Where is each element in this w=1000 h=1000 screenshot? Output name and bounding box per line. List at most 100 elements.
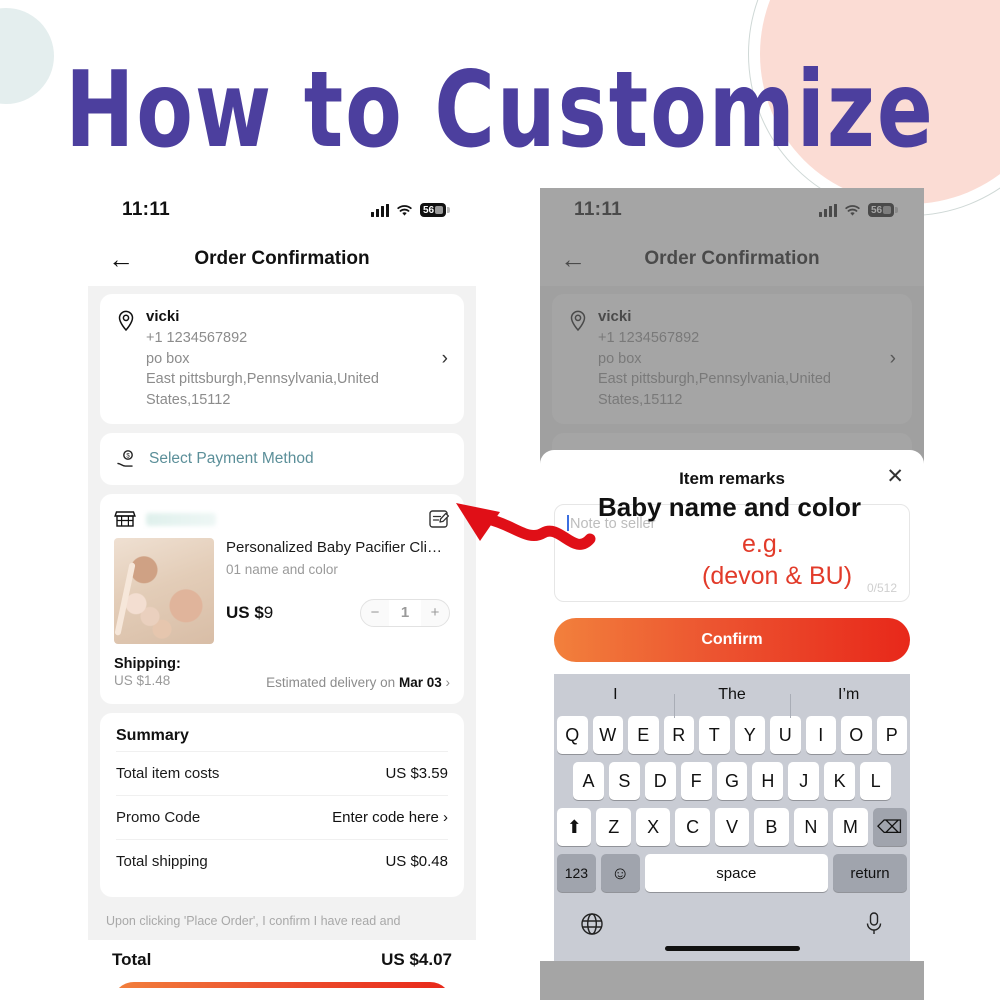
key-v[interactable]: V	[714, 808, 750, 846]
summary-row-promo-code[interactable]: Promo Code Enter code here ›	[116, 795, 448, 839]
summary-row-item-costs: Total item costs US $3.59	[116, 751, 448, 795]
total-label: Total	[112, 950, 152, 970]
delivery-text: Estimated delivery on	[266, 675, 396, 691]
key-h[interactable]: H	[752, 762, 784, 800]
keyboard-row-4: 123 ☺ space return	[557, 854, 908, 892]
promo-code-value[interactable]: Enter code here ›	[332, 809, 448, 826]
key-g[interactable]: G	[716, 762, 748, 800]
numbers-key[interactable]: 123	[557, 854, 596, 892]
address-card[interactable]: vicki +1 1234567892 po box East pittsbur…	[100, 294, 464, 425]
prediction-3[interactable]: I’m	[790, 686, 907, 718]
quantity-minus-button[interactable]: −	[361, 600, 389, 626]
key-u[interactable]: U	[770, 716, 801, 754]
keyboard-row-1: Q W E R T Y U I O P	[557, 716, 907, 754]
emoji-icon[interactable]: ☺	[600, 854, 640, 892]
summary-title: Summary	[116, 727, 189, 745]
payment-method-label: Select Payment Method	[149, 450, 314, 468]
globe-icon[interactable]	[579, 911, 605, 937]
payment-method-row[interactable]: $ Select Payment Method	[100, 433, 464, 486]
product-title: Personalized Baby Pacifier Clip Custo…	[226, 539, 450, 557]
status-bar-clock: 11:11	[122, 199, 170, 220]
key-c[interactable]: C	[675, 808, 710, 846]
shift-icon[interactable]: ⬆	[557, 808, 592, 846]
product-price-currency: US $	[226, 602, 264, 622]
key-p[interactable]: P	[876, 716, 907, 754]
nav-bar: ← Order Confirmation	[88, 232, 476, 286]
battery-icon: 56	[420, 203, 450, 217]
microphone-icon[interactable]	[863, 910, 885, 938]
delivery-date: Mar 03	[398, 675, 442, 691]
product-price: US $9	[226, 603, 273, 623]
product-variant: 01 name and color	[226, 561, 338, 577]
key-x[interactable]: X	[635, 808, 671, 846]
keyboard-bottom-bar	[557, 900, 907, 944]
order-disclaimer: Upon clicking 'Place Order', I confirm I…	[106, 914, 401, 929]
key-o[interactable]: O	[841, 716, 872, 754]
key-a[interactable]: A	[573, 762, 604, 800]
address-phone: +1 1234567892	[146, 330, 248, 346]
address-name: vicki	[146, 308, 180, 325]
sheet-title: Item remarks	[679, 469, 785, 488]
summary-value: US $0.48	[385, 853, 448, 871]
key-b[interactable]: B	[754, 808, 789, 846]
confirm-button[interactable]: Confirm	[554, 618, 910, 662]
store-icon[interactable]	[114, 509, 136, 529]
key-y[interactable]: Y	[734, 716, 765, 754]
summary-label: Total shipping	[116, 853, 208, 871]
key-q[interactable]: Q	[557, 716, 588, 754]
return-key[interactable]: return	[832, 854, 908, 892]
key-z[interactable]: Z	[596, 808, 631, 846]
keyboard-row-3: ⬆ Z X C V B N M ⌫	[557, 808, 907, 846]
product-price-amount: 9	[263, 602, 274, 622]
signal-bars-icon	[371, 203, 389, 217]
product-thumbnail[interactable]	[114, 538, 214, 645]
prediction-bar: I The I’m	[557, 674, 907, 718]
phone-screen-left: 11:11 56 ← Order Confirmation vicki +1 1…	[88, 188, 476, 988]
address-line2: East pittsburgh,Pennsylvania,United	[146, 371, 379, 388]
backspace-icon[interactable]: ⌫	[872, 808, 907, 846]
virtual-keyboard: I The I’m Q W E R T Y U I O P A S D F G …	[554, 674, 910, 961]
quantity-value: 1	[389, 599, 421, 626]
key-j[interactable]: J	[788, 762, 820, 800]
total-value: US $4.07	[381, 950, 452, 970]
key-s[interactable]: S	[608, 762, 640, 800]
keyboard-row-2: A S D F G H J K L	[557, 762, 907, 800]
summary-card: Summary Total item costs US $3.59 Promo …	[100, 713, 464, 898]
chevron-right-icon[interactable]: ›	[442, 348, 448, 370]
key-k[interactable]: K	[824, 762, 856, 800]
key-n[interactable]: N	[793, 808, 829, 846]
shipping-cost: US $1.48	[114, 673, 171, 689]
close-icon[interactable]: ✕	[886, 466, 904, 487]
quantity-plus-button[interactable]: +	[421, 600, 449, 626]
quantity-stepper[interactable]: − 1 +	[360, 598, 450, 627]
phone-screen-right: 11:11 56 ← Order Confirmation vicki	[540, 188, 924, 1000]
key-d[interactable]: D	[644, 762, 676, 800]
space-key[interactable]: space	[644, 854, 828, 892]
place-order-button[interactable]: Place order	[112, 982, 452, 988]
key-r[interactable]: R	[663, 716, 694, 754]
summary-value: US $3.59	[385, 765, 448, 783]
nav-title: Order Confirmation	[194, 248, 370, 269]
address-line3: States,15112	[146, 391, 231, 408]
payment-hand-coin-icon: $	[117, 450, 133, 468]
battery-level: 56	[423, 204, 435, 216]
key-l[interactable]: L	[860, 762, 892, 800]
item-card: Personalized Baby Pacifier Clip Custo… 0…	[100, 494, 464, 705]
wifi-icon	[397, 204, 412, 216]
status-bar: 11:11 56	[88, 188, 476, 232]
location-pin-icon	[118, 310, 134, 332]
key-t[interactable]: T	[699, 716, 730, 754]
shipping-row[interactable]: Shipping: US $1.48 Estimated delivery on…	[114, 656, 450, 690]
shipping-label: Shipping:	[114, 656, 181, 673]
order-footer: Total US $4.07 Place order	[88, 940, 476, 988]
prediction-2[interactable]: The	[673, 686, 791, 718]
delivery-chevron-icon: ›	[445, 675, 451, 691]
key-m[interactable]: M	[833, 808, 868, 846]
key-i[interactable]: I	[805, 716, 836, 754]
key-w[interactable]: W	[592, 716, 623, 754]
key-f[interactable]: F	[680, 762, 712, 800]
edit-remarks-icon[interactable]	[428, 508, 450, 530]
key-e[interactable]: E	[628, 716, 659, 754]
prediction-1[interactable]: I	[557, 686, 674, 704]
red-curved-arrow-icon	[456, 503, 596, 550]
